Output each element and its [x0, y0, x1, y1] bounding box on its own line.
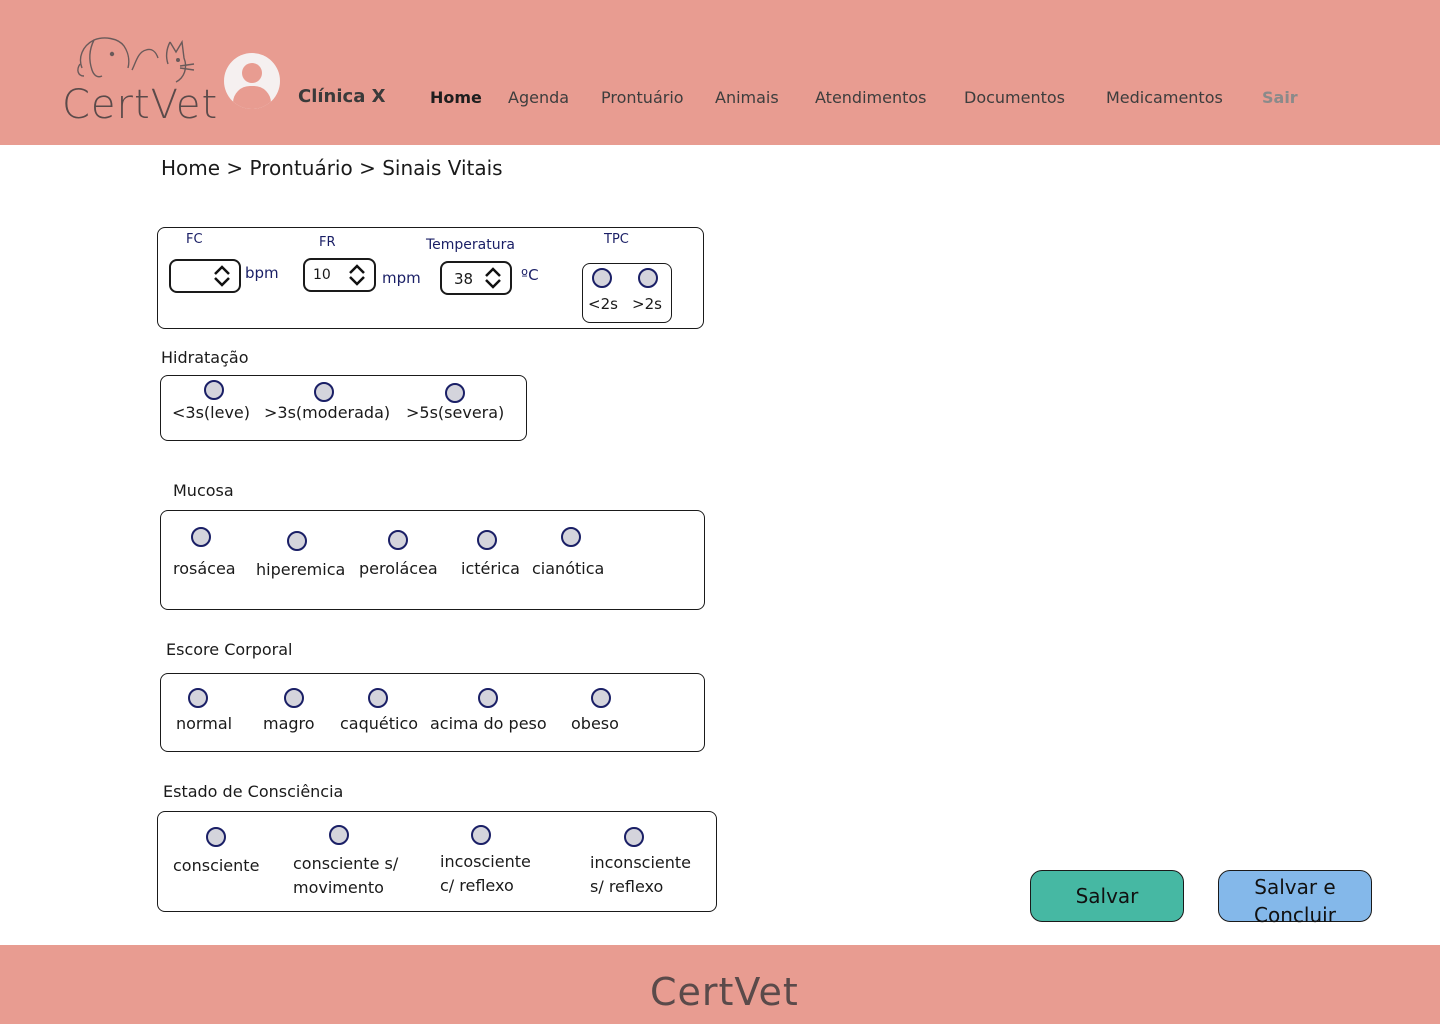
escore-panel [160, 673, 705, 752]
mucosa-radio-icterica[interactable] [477, 530, 497, 550]
save-and-conclude-button[interactable]: Salvar e Concluir [1218, 870, 1372, 927]
escore-radio-obeso[interactable] [591, 688, 611, 708]
consciencia-radio-sem-reflexo[interactable] [624, 827, 644, 847]
nav-documentos[interactable]: Documentos [964, 88, 1065, 107]
escore-option-normal: normal [176, 714, 233, 733]
mucosa-radio-cianotica[interactable] [561, 527, 581, 547]
consciencia-title: Estado de Consciência [163, 782, 344, 801]
consciencia-radio-com-reflexo[interactable] [471, 825, 491, 845]
escore-radio-caquetico[interactable] [368, 688, 388, 708]
nav-atendimentos[interactable]: Atendimentos [815, 88, 927, 107]
hidratacao-title: Hidratação [161, 348, 249, 367]
mucosa-option-hiperemica: hiperemica [256, 560, 346, 579]
tpc-radio-lt2s[interactable] [592, 268, 612, 288]
stepper-arrows-icon[interactable] [484, 265, 502, 291]
save-button[interactable]: Salvar [1030, 870, 1184, 922]
consciencia-radio-consciente[interactable] [206, 827, 226, 847]
consciencia-radio-sem-movimento[interactable] [329, 825, 349, 845]
escore-title: Escore Corporal [166, 640, 293, 659]
fr-unit: mpm [382, 269, 421, 287]
user-avatar-icon[interactable] [224, 53, 280, 109]
fr-label: FR [319, 235, 336, 250]
mucosa-title: Mucosa [173, 481, 234, 500]
mucosa-option-rosacea: rosácea [173, 559, 236, 578]
consciencia-option-sem-movimento-line1: consciente s/ [293, 854, 399, 873]
tpc-label: TPC [604, 232, 629, 247]
tpc-radio-gt2s[interactable] [638, 268, 658, 288]
save-and-conclude-line1: Salvar e [1254, 875, 1336, 899]
hidratacao-radio-severa[interactable] [445, 383, 465, 403]
breadcrumb: Home > Prontuário > Sinais Vitais [161, 156, 503, 180]
fc-unit: bpm [245, 264, 279, 282]
fc-label: FC [186, 232, 203, 247]
hidratacao-option-severa: >5s(severa) [406, 403, 505, 422]
nav-agenda[interactable]: Agenda [508, 88, 569, 107]
mucosa-option-perolacea: perolácea [359, 559, 438, 578]
mucosa-radio-hiperemica[interactable] [287, 531, 307, 551]
nav-animais[interactable]: Animais [715, 88, 779, 107]
escore-option-acima-peso: acima do peso [430, 714, 547, 733]
escore-radio-normal[interactable] [188, 688, 208, 708]
temp-value: 38 [454, 270, 474, 288]
nav-home[interactable]: Home [430, 88, 482, 107]
mucosa-radio-perolacea[interactable] [388, 530, 408, 550]
escore-option-magro: magro [263, 714, 315, 733]
tpc-option-lt2s: <2s [588, 295, 618, 313]
nav-prontuario[interactable]: Prontuário [601, 88, 684, 107]
escore-option-obeso: obeso [571, 714, 619, 733]
mucosa-option-cianotica: cianótica [532, 559, 605, 578]
stepper-arrows-icon[interactable] [348, 262, 366, 288]
consciencia-option-sem-reflexo-line1: inconsciente [590, 853, 691, 872]
escore-radio-magro[interactable] [284, 688, 304, 708]
tpc-option-gt2s: >2s [632, 295, 662, 313]
escore-option-caquetico: caquético [340, 714, 419, 733]
temp-label: Temperatura [426, 237, 515, 253]
escore-radio-acima-peso[interactable] [478, 688, 498, 708]
fc-stepper[interactable] [169, 259, 241, 293]
fr-value: 10 [313, 267, 331, 283]
fr-stepper[interactable]: 10 [303, 258, 376, 292]
mucosa-radio-rosacea[interactable] [191, 527, 211, 547]
stepper-arrows-icon[interactable] [213, 263, 231, 289]
consciencia-option-consciente: consciente [173, 856, 260, 875]
logo-text[interactable]: CertVet [62, 82, 218, 128]
hidratacao-radio-moderada[interactable] [314, 382, 334, 402]
consciencia-option-com-reflexo-line2: c/ reflexo [440, 876, 514, 895]
mucosa-option-icterica: ictérica [461, 559, 520, 578]
consciencia-option-sem-reflexo-line2: s/ reflexo [590, 877, 664, 896]
hidratacao-option-leve: <3s(leve) [172, 403, 251, 422]
footer-logo: CertVet [650, 970, 799, 1014]
temp-unit: ºC [521, 266, 539, 284]
consciencia-option-com-reflexo-line1: incosciente [440, 852, 531, 871]
hidratacao-radio-leve[interactable] [204, 380, 224, 400]
nav-medicamentos[interactable]: Medicamentos [1106, 88, 1223, 107]
consciencia-option-sem-movimento-line2: movimento [293, 878, 384, 897]
save-and-conclude-line2: Concluir [1254, 903, 1336, 927]
dog-cat-logo-icon [77, 37, 195, 83]
clinic-name: Clínica X [298, 86, 386, 107]
temp-stepper[interactable]: 38 [440, 261, 512, 295]
nav-sair[interactable]: Sair [1262, 88, 1298, 107]
hidratacao-option-moderada: >3s(moderada) [264, 403, 391, 422]
